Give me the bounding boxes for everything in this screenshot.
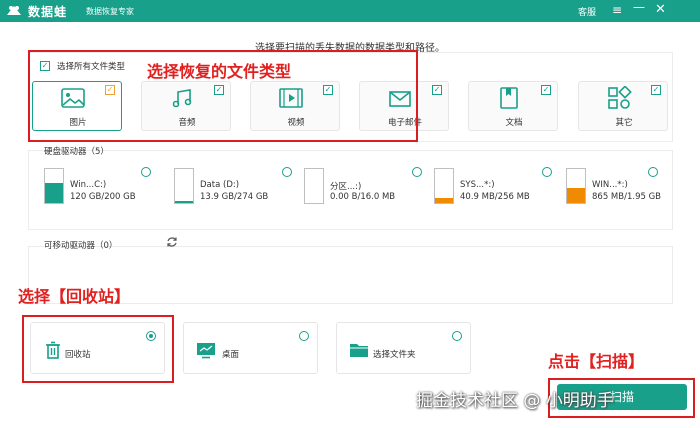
type-checkbox[interactable]: ✓ [432, 85, 442, 95]
type-checkbox[interactable]: ✓ [541, 85, 551, 95]
location-select-folder[interactable]: 选择文件夹 [336, 322, 471, 374]
drive-name: Data (D:) [200, 180, 240, 190]
refresh-icon[interactable] [166, 236, 178, 248]
annotation-box-recycle [22, 315, 174, 383]
location-label: 桌面 [222, 350, 240, 360]
drive-radio[interactable] [282, 167, 292, 177]
drive-name: SYS...*:) [460, 180, 495, 190]
drive-radio[interactable] [412, 167, 422, 177]
drive-radio[interactable] [648, 167, 658, 177]
disk-usage-fill [45, 182, 63, 203]
title-bar: 数据蛙 数据恢复专家 客服 ≡ — ✕ [0, 0, 700, 22]
drive-item[interactable]: WIN...*:) 865 MB/1.95 GB [566, 165, 686, 205]
type-label: 其它 [615, 118, 633, 128]
other-icon [608, 86, 632, 109]
drive-item[interactable]: 分区...:) 0.00 B/16.0 MB [304, 165, 424, 205]
desktop-icon [197, 343, 215, 359]
drive-radio[interactable] [141, 167, 151, 177]
drive-item[interactable]: Win...C:) 120 GB/200 GB [44, 165, 164, 205]
disk-icon [304, 168, 324, 204]
disk-usage-fill [567, 188, 585, 203]
watermark-text: 掘金技术社区 @ 小明助手 [416, 391, 614, 411]
drive-size: 120 GB/200 GB [70, 192, 136, 202]
document-icon [500, 87, 518, 109]
drive-size: 40.9 MB/256 MB [460, 192, 530, 202]
drive-size: 865 MB/1.95 GB [592, 192, 662, 202]
app-subtitle: 数据恢复专家 [86, 7, 134, 16]
app-name: 数据蛙 [28, 5, 68, 19]
customer-service-link[interactable]: 客服 [578, 5, 596, 18]
location-radio[interactable] [452, 331, 462, 341]
menu-icon[interactable]: ≡ [612, 3, 622, 17]
disk-icon [174, 168, 194, 204]
frog-logo-icon [7, 6, 21, 15]
type-label: 文档 [505, 118, 523, 128]
annotation-scan: 点击【扫描】 [548, 352, 645, 371]
close-icon[interactable]: ✕ [655, 2, 666, 17]
drive-name: Win...C:) [70, 180, 107, 190]
drive-size: 0.00 B/16.0 MB [330, 192, 396, 202]
minimize-icon[interactable]: — [633, 0, 645, 14]
drive-item[interactable]: SYS...*:) 40.9 MB/256 MB [434, 165, 554, 205]
disk-usage-fill [175, 201, 193, 203]
folder-icon [350, 344, 368, 357]
disk-usage-fill [435, 197, 453, 203]
type-card-other[interactable]: ✓ 其它 [578, 81, 668, 131]
type-card-documents[interactable]: ✓ 文档 [468, 81, 558, 131]
hard-drives-title: 硬盘驱动器（5） [44, 147, 109, 157]
disk-icon [44, 168, 64, 204]
location-desktop[interactable]: 桌面 [183, 322, 318, 374]
annotation-file-types: 选择恢复的文件类型 [147, 62, 292, 81]
drive-name: WIN...*:) [592, 180, 628, 190]
removable-drives-title: 可移动驱动器（0） [44, 241, 118, 251]
disk-icon [566, 168, 586, 204]
drive-size: 13.9 GB/274 GB [200, 192, 269, 202]
type-checkbox[interactable]: ✓ [651, 85, 661, 95]
drive-radio[interactable] [542, 167, 552, 177]
drive-name: 分区...:) [330, 182, 362, 192]
drive-item[interactable]: Data (D:) 13.9 GB/274 GB [174, 165, 294, 205]
location-label: 选择文件夹 [373, 350, 416, 360]
annotation-recycle: 选择【回收站】 [18, 287, 131, 306]
location-radio[interactable] [299, 331, 309, 341]
disk-icon [434, 168, 454, 204]
